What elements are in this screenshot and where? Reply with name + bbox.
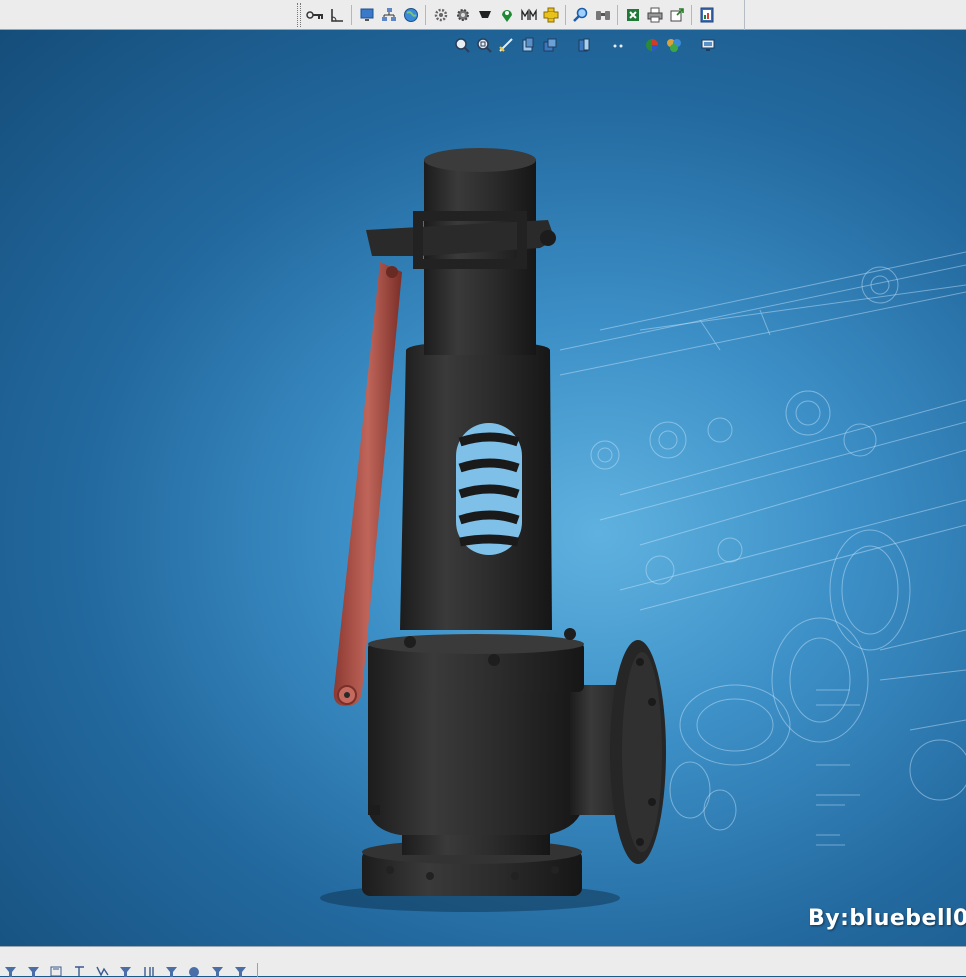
location-pin-icon[interactable] (496, 4, 517, 26)
settings-gear-icon[interactable] (430, 4, 451, 26)
scene-icon[interactable] (664, 35, 684, 55)
cog-icon[interactable] (452, 4, 473, 26)
section-view-icon[interactable] (496, 35, 516, 55)
filter-11-icon[interactable] (232, 965, 250, 977)
top-toolbar-buttons (304, 2, 717, 28)
view-orientation-icon[interactable] (518, 35, 538, 55)
magnifier-icon[interactable] (570, 4, 591, 26)
toolbar-edge (257, 963, 258, 977)
monitor-settings-icon[interactable] (698, 35, 718, 55)
toolbar-edge (744, 0, 745, 30)
bars-icon[interactable] (518, 4, 539, 26)
top-toolbar (0, 0, 966, 30)
filter-5-icon[interactable] (94, 965, 112, 977)
hide-show-icon[interactable] (574, 35, 594, 55)
zoom-to-fit-icon[interactable] (452, 35, 472, 55)
zoom-to-area-icon[interactable] (474, 35, 494, 55)
binoculars-icon[interactable] (592, 4, 613, 26)
globe-icon[interactable] (400, 4, 421, 26)
export-icon[interactable] (666, 4, 687, 26)
monitor-icon[interactable] (356, 4, 377, 26)
excel-icon[interactable] (622, 4, 643, 26)
toolbar-separator (691, 5, 692, 25)
display-style-icon[interactable] (540, 35, 560, 55)
key-icon[interactable] (304, 4, 325, 26)
help-icon[interactable] (696, 4, 717, 26)
add-part-icon[interactable] (540, 4, 561, 26)
toolbar-grip[interactable] (297, 3, 301, 27)
view-setting-icon[interactable] (608, 35, 628, 55)
angle-icon[interactable] (326, 4, 347, 26)
filter-9-icon[interactable] (186, 965, 204, 977)
filter-3-icon[interactable] (48, 965, 66, 977)
toolbar-separator (351, 5, 352, 25)
toolbar-separator (565, 5, 566, 25)
author-watermark: By:bluebell0 (808, 906, 966, 931)
valve-model[interactable] (0, 30, 966, 946)
filter-10-icon[interactable] (209, 965, 227, 977)
heads-up-view-toolbar (452, 34, 718, 56)
graphics-viewport[interactable]: By:bluebell0 (0, 30, 966, 946)
valve-body (368, 670, 582, 835)
toolbar-separator (425, 5, 426, 25)
drain-plug (368, 805, 380, 815)
filter-6-icon[interactable] (117, 965, 135, 977)
filter-4-icon[interactable] (71, 965, 89, 977)
cap-column (424, 260, 536, 355)
funnel-icon[interactable] (474, 4, 495, 26)
filter-7-icon[interactable] (140, 965, 158, 977)
toolbar-separator (617, 5, 618, 25)
appearance-icon[interactable] (642, 35, 662, 55)
filter-2-icon[interactable] (25, 965, 43, 977)
selection-filter-buttons (2, 965, 250, 977)
print-icon[interactable] (644, 4, 665, 26)
bottom-toolbar (0, 946, 966, 977)
filter-1-icon[interactable] (2, 965, 20, 977)
filter-8-icon[interactable] (163, 965, 181, 977)
network-icon[interactable] (378, 4, 399, 26)
